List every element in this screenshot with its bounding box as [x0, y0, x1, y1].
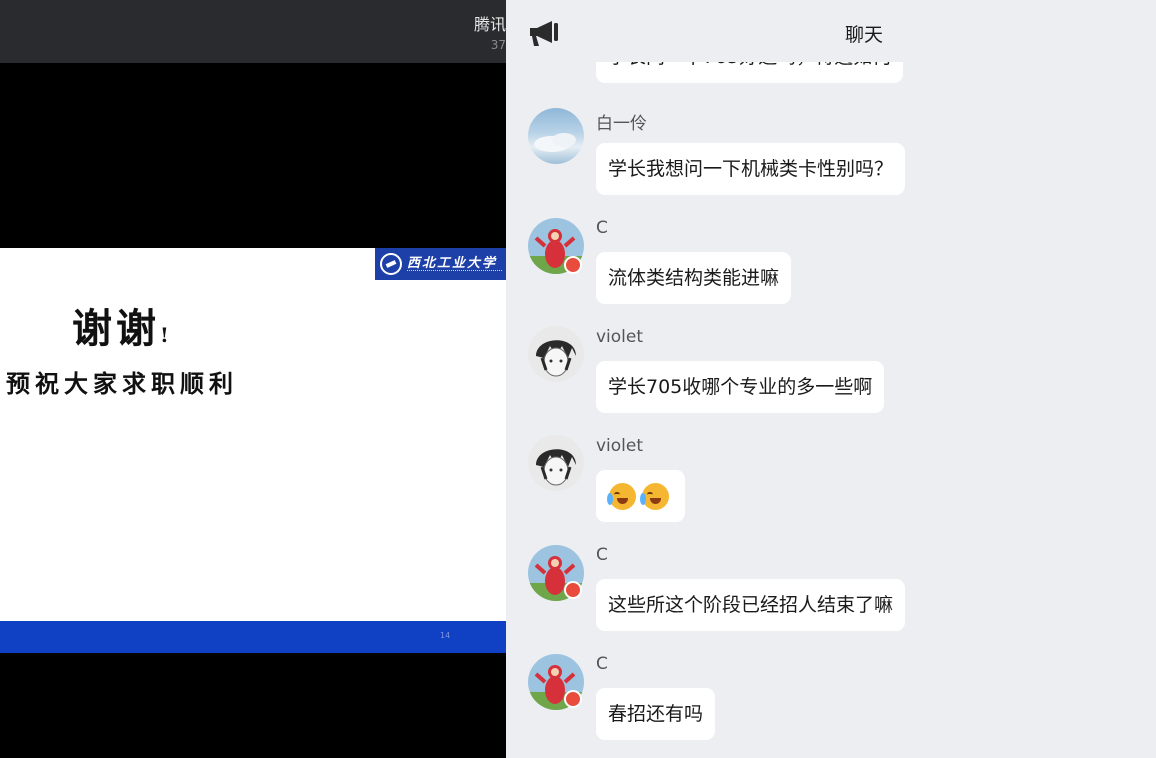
- slide-wish-text: 预祝大家求职顺利: [6, 369, 238, 398]
- avatar[interactable]: [528, 435, 584, 491]
- message-sender: C: [596, 654, 608, 674]
- university-logo-text: 西北工业大学: [407, 256, 498, 271]
- message-bubble[interactable]: 流体类结构类能进嘛: [596, 252, 792, 304]
- slide-thanks-text: 谢谢: [72, 305, 160, 352]
- university-logo-subline: [407, 270, 502, 273]
- university-logo: 西北工业大学: [375, 248, 506, 280]
- avatar-anime-boy-icon: [536, 449, 576, 486]
- message-bubble[interactable]: 春招还有吗: [596, 688, 716, 740]
- slide-footer-bar: 14: [0, 621, 506, 653]
- avatar-badge-icon: [564, 690, 582, 708]
- meeting-title: 腾讯: [473, 15, 506, 34]
- chat-header: 聊天: [506, 0, 1156, 62]
- avatar-badge-icon: [564, 256, 582, 274]
- message-sender: 白一伶: [596, 114, 647, 134]
- message-bubble[interactable]: 学长我想问一下机械类卡性别吗？: [596, 143, 906, 195]
- message-sender: C: [596, 218, 608, 238]
- avatar-clouds-icon: [534, 133, 576, 152]
- chat-title: 聊天: [844, 24, 883, 46]
- message-bubble[interactable]: [596, 470, 685, 522]
- meeting-subtitle: 37: [490, 38, 506, 52]
- shared-slide: 西北工业大学 谢谢! 预祝大家求职顺利 14: [0, 248, 506, 653]
- message-sender: violet: [596, 327, 644, 347]
- avatar[interactable]: [528, 326, 584, 382]
- slide-thanks-heading: 谢谢!: [72, 296, 173, 354]
- avatar[interactable]: [528, 108, 584, 164]
- university-emblem-icon: [380, 253, 402, 275]
- crying-laughing-emoji-icon: [607, 483, 636, 510]
- chat-panel: 学长问一下705好进吗，待遇如何 聊天 白一伶 学长我想问一下机械类卡性别吗？: [506, 0, 1156, 758]
- message-bubble[interactable]: 学长705收哪个专业的多一些啊: [596, 361, 885, 413]
- message-sender: C: [596, 545, 608, 565]
- slide-page-number: 14: [440, 631, 451, 640]
- crying-laughing-emoji-icon: [640, 483, 669, 510]
- message-bubble[interactable]: 这些所这个阶段已经招人结束了嘛: [596, 579, 906, 631]
- avatar-badge-icon: [564, 581, 582, 599]
- avatar-anime-boy-icon: [536, 340, 576, 377]
- meeting-top-bar: 腾讯 37: [0, 0, 506, 63]
- meeting-view: 腾讯 37 西北工业大学 谢谢! 预祝大家求职顺利 14: [0, 0, 506, 758]
- message-sender: violet: [596, 436, 644, 456]
- slide-thanks-mark: !: [160, 323, 173, 347]
